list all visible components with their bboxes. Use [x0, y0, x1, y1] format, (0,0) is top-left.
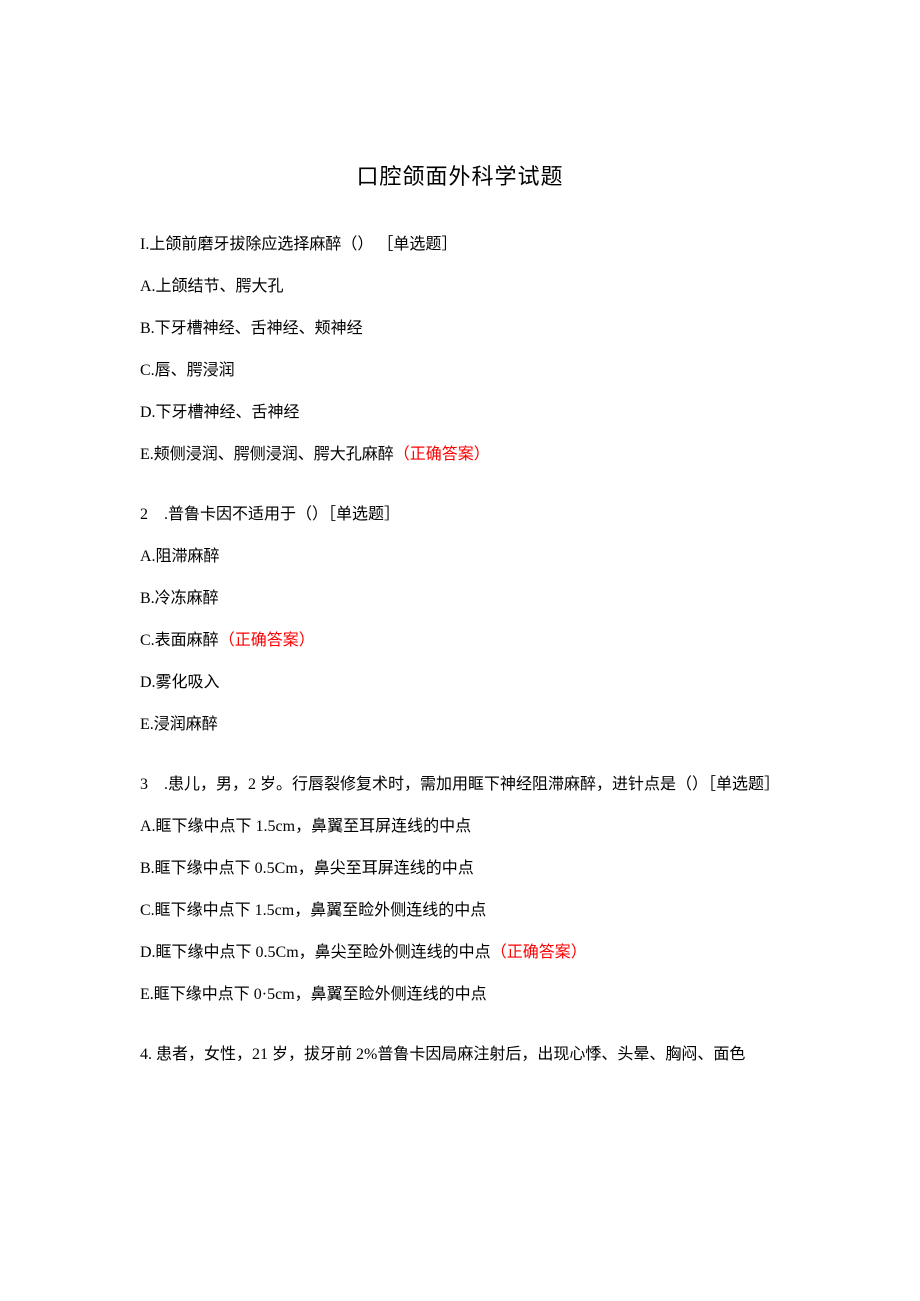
question-1-option-b: B.下牙槽神经、舌神经、颊神经	[140, 317, 780, 341]
question-1-option-d: D.下牙槽神经、舌神经	[140, 401, 780, 425]
page-title: 口腔颌面外科学试题	[140, 160, 780, 193]
question-1-option-e: E.颊侧浸润、腭侧浸润、腭大孔麻醉（正确答案）	[140, 443, 780, 467]
question-1: I.上颌前磨牙拔除应选择麻醉（） ［单选题］ A.上颌结节、腭大孔 B.下牙槽神…	[140, 233, 780, 467]
question-3-option-e: E.眶下缘中点下 0·5cm，鼻翼至睑外侧连线的中点	[140, 983, 780, 1007]
question-3-option-d-text: D.眶下缘中点下 0.5Cm，鼻尖至睑外侧连线的中点	[140, 944, 491, 961]
question-2-option-e: E.浸润麻醉	[140, 713, 780, 737]
question-1-option-a: A.上颌结节、腭大孔	[140, 275, 780, 299]
question-1-option-c: C.唇、腭浸润	[140, 359, 780, 383]
question-3-correct-label: （正确答案）	[491, 944, 587, 961]
question-3-option-b: B.眶下缘中点下 0.5Cm，鼻尖至耳屏连线的中点	[140, 857, 780, 881]
question-2-prompt: 2 .普鲁卡因不适用于（）［单选题］	[140, 503, 780, 527]
question-2: 2 .普鲁卡因不适用于（）［单选题］ A.阻滞麻醉 B.冷冻麻醉 C.表面麻醉（…	[140, 503, 780, 737]
question-1-correct-label: （正确答案）	[394, 446, 490, 463]
question-1-option-e-text: E.颊侧浸润、腭侧浸润、腭大孔麻醉	[140, 446, 394, 463]
question-3-option-a: A.眶下缘中点下 1.5cm，鼻翼至耳屏连线的中点	[140, 815, 780, 839]
question-2-option-d: D.雾化吸入	[140, 671, 780, 695]
question-2-option-c-text: C.表面麻醉	[140, 632, 219, 649]
question-3-prompt: 3 .患儿，男，2 岁。行唇裂修复术时，需加用眶下神经阻滞麻醉，进针点是（）［单…	[140, 773, 780, 797]
question-4: 4. 患者，女性，21 岁，拔牙前 2%普鲁卡因局麻注射后，出现心悸、头晕、胸闷…	[140, 1043, 780, 1067]
question-2-correct-label: （正确答案）	[219, 632, 315, 649]
question-3-option-c: C.眶下缘中点下 1.5cm，鼻翼至睑外侧连线的中点	[140, 899, 780, 923]
question-2-option-c: C.表面麻醉（正确答案）	[140, 629, 780, 653]
question-1-prompt: I.上颌前磨牙拔除应选择麻醉（） ［单选题］	[140, 233, 780, 257]
question-2-option-a: A.阻滞麻醉	[140, 545, 780, 569]
question-3-option-d: D.眶下缘中点下 0.5Cm，鼻尖至睑外侧连线的中点（正确答案）	[140, 941, 780, 965]
question-4-prompt: 4. 患者，女性，21 岁，拔牙前 2%普鲁卡因局麻注射后，出现心悸、头晕、胸闷…	[140, 1043, 780, 1067]
question-2-option-b: B.冷冻麻醉	[140, 587, 780, 611]
question-3: 3 .患儿，男，2 岁。行唇裂修复术时，需加用眶下神经阻滞麻醉，进针点是（）［单…	[140, 773, 780, 1007]
